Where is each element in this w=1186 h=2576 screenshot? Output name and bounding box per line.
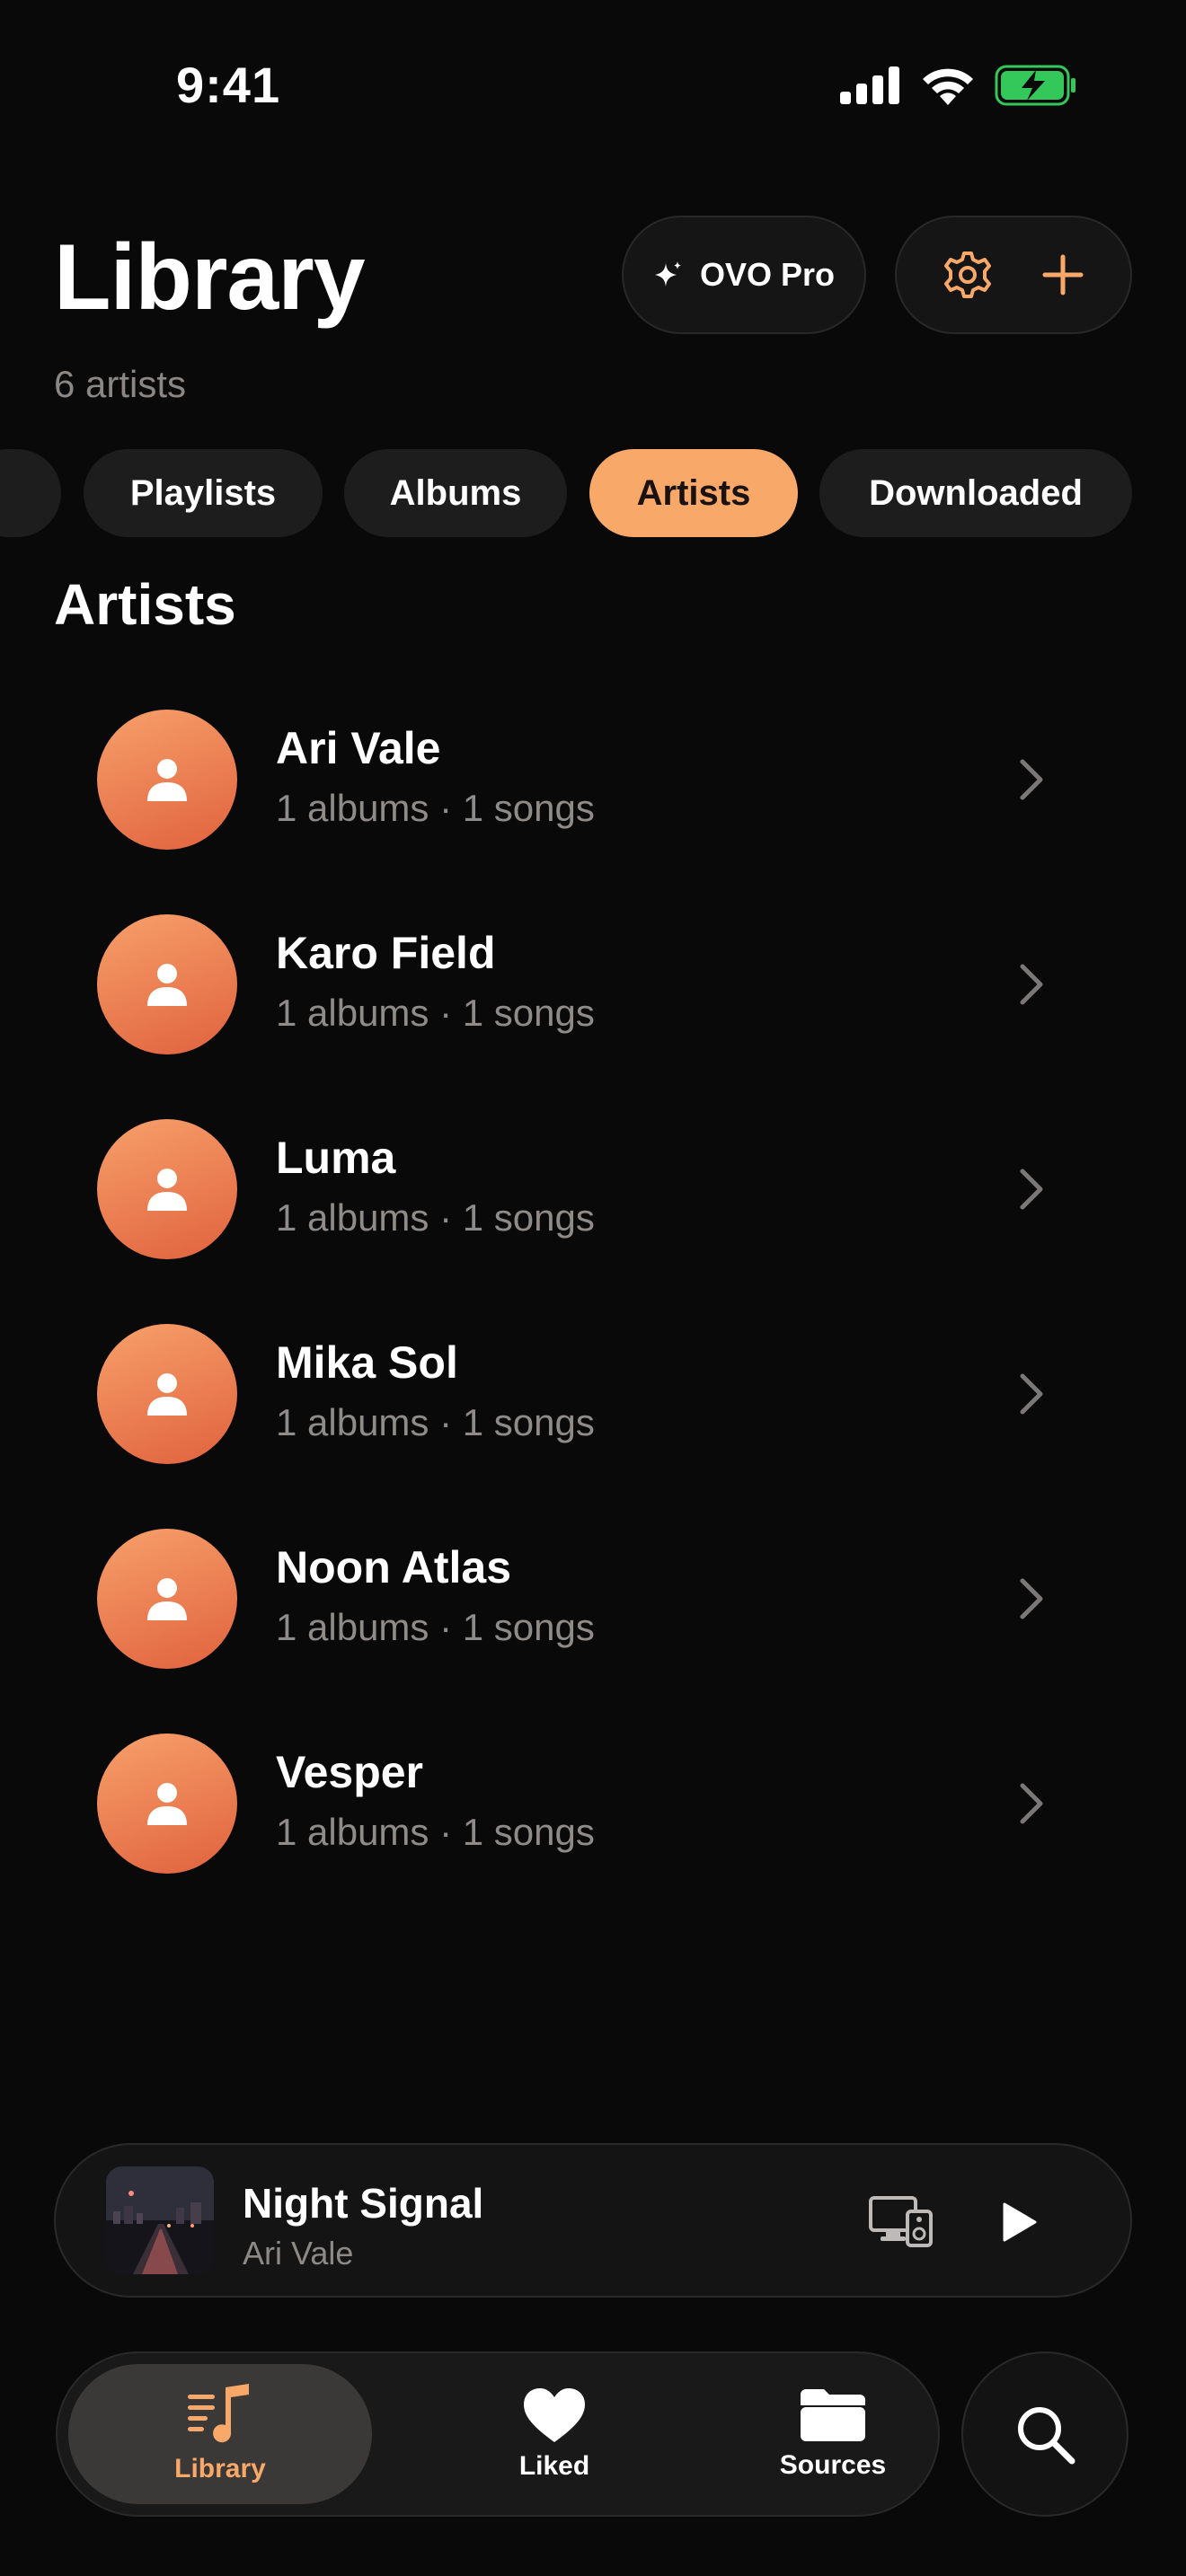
artist-count: 6 artists [54, 363, 187, 405]
artist-meta: 1 albums · 1 songs [276, 1196, 595, 1239]
settings-gear-icon[interactable] [942, 249, 994, 301]
folder-icon [801, 2389, 865, 2441]
chevron-right-icon [1020, 1578, 1043, 1619]
artist-name: Ari Vale [276, 723, 441, 773]
tab-label: Sources [779, 2450, 887, 2480]
tab-label: Liked [518, 2451, 590, 2481]
pro-button-label: OVO Pro [699, 256, 836, 293]
person-icon [147, 1578, 187, 1620]
section-title: Artists [54, 572, 236, 637]
artist-name: Noon Atlas [276, 1542, 512, 1592]
artist-avatar [97, 1734, 237, 1874]
now-playing-artist: Ari Vale [243, 2235, 354, 2272]
tab-sources[interactable]: Sources [677, 2353, 988, 2515]
artist-name: Luma [276, 1133, 396, 1183]
chip-downloaded[interactable]: Downloaded [819, 449, 1132, 537]
search-button[interactable] [961, 2351, 1128, 2517]
add-plus-icon[interactable] [1040, 251, 1086, 298]
artist-row[interactable]: Karo Field 1 albums · 1 songs [54, 895, 1132, 1074]
heart-icon [524, 2388, 585, 2442]
person-icon [147, 1169, 187, 1211]
tab-liked[interactable]: Liked [399, 2353, 710, 2515]
artist-row[interactable]: Ari Vale 1 albums · 1 songs [54, 690, 1132, 869]
artist-avatar [97, 1324, 237, 1464]
battery-charging-icon [995, 65, 1075, 106]
artist-name: Vesper [276, 1747, 424, 1797]
artist-row[interactable]: Noon Atlas 1 albums · 1 songs [54, 1509, 1132, 1689]
chevron-right-icon [1020, 964, 1043, 1005]
chevron-right-icon [1020, 1169, 1043, 1210]
tab-label: Library [174, 2454, 266, 2483]
artist-row[interactable]: Luma 1 albums · 1 songs [54, 1099, 1132, 1279]
status-time: 9:41 [176, 57, 281, 113]
artist-row[interactable]: Vesper 1 albums · 1 songs [54, 1714, 1132, 1893]
artist-name: Karo Field [276, 928, 496, 978]
artist-meta: 1 albums · 1 songs [276, 1401, 595, 1443]
artist-avatar [97, 1529, 237, 1669]
person-icon [147, 1783, 187, 1825]
artist-avatar [97, 914, 237, 1054]
airplay-devices-icon[interactable] [868, 2195, 934, 2247]
artist-avatar [97, 710, 237, 850]
artist-meta: 1 albums · 1 songs [276, 787, 595, 829]
filter-chips: Playlists Albums Artists Downloaded [0, 449, 1186, 537]
wifi-icon [923, 68, 973, 105]
artist-meta: 1 albums · 1 songs [276, 1811, 595, 1853]
person-icon [147, 964, 187, 1006]
artist-meta: 1 albums · 1 songs [276, 1606, 595, 1648]
chip-albums[interactable]: Albums [344, 449, 567, 537]
person-icon [147, 759, 187, 801]
chip-artists[interactable]: Artists [589, 449, 798, 537]
album-artwork [106, 2166, 214, 2274]
sparkle-icon [654, 261, 681, 287]
page-title: Library [54, 225, 366, 330]
artist-avatar [97, 1119, 237, 1259]
chevron-right-icon [1020, 759, 1043, 800]
chevron-right-icon [1020, 1373, 1043, 1415]
tab-library[interactable]: Library [68, 2364, 372, 2504]
artist-name: Mika Sol [276, 1337, 458, 1388]
header-tools [895, 216, 1132, 334]
artist-meta: 1 albums · 1 songs [276, 992, 595, 1034]
music-library-icon [188, 2384, 249, 2443]
person-icon [147, 1373, 187, 1416]
artist-row[interactable]: Mika Sol 1 albums · 1 songs [54, 1304, 1132, 1484]
search-icon [1018, 2407, 1075, 2465]
pro-button[interactable]: OVO Pro [622, 216, 866, 334]
play-icon[interactable] [999, 2201, 1039, 2244]
chip-playlists[interactable]: Playlists [84, 449, 323, 537]
chip-offscreen[interactable] [0, 449, 61, 537]
status-icons [840, 65, 1077, 106]
cellular-signal-icon [840, 66, 899, 104]
bottom-tab-bar: Library Liked Sources [56, 2351, 940, 2517]
chevron-right-icon [1020, 1783, 1043, 1824]
mini-player[interactable]: Night Signal Ari Vale [54, 2143, 1132, 2298]
now-playing-title: Night Signal [243, 2180, 484, 2227]
